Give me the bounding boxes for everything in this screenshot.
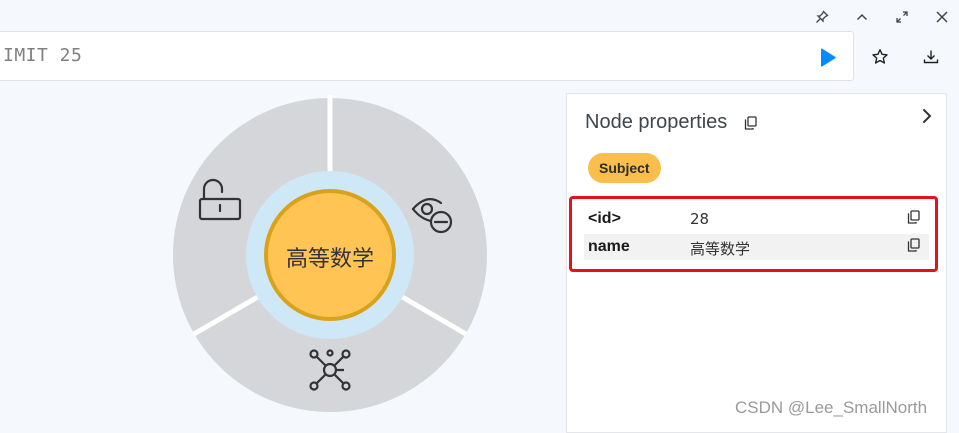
pin-icon[interactable]	[811, 6, 833, 28]
expand-icon[interactable]	[891, 6, 913, 28]
copy-icon[interactable]	[744, 116, 757, 135]
annotation-highlight	[569, 196, 938, 272]
close-icon[interactable]	[931, 6, 953, 28]
play-icon[interactable]	[815, 46, 839, 70]
window-toolbar	[0, 0, 959, 30]
panel-title: Node properties	[585, 111, 728, 133]
query-editor[interactable]: IMIT 25	[0, 31, 854, 81]
chevron-right-icon[interactable]	[919, 107, 935, 130]
label-badge[interactable]: Subject	[588, 153, 661, 183]
chevron-up-icon[interactable]	[851, 6, 873, 28]
node-label: 高等数学	[285, 247, 374, 272]
star-icon[interactable]	[868, 45, 892, 69]
watermark: CSDN @Lee_SmallNorth	[735, 398, 928, 417]
query-text[interactable]: IMIT 25	[3, 45, 82, 66]
download-icon[interactable]	[919, 45, 943, 69]
